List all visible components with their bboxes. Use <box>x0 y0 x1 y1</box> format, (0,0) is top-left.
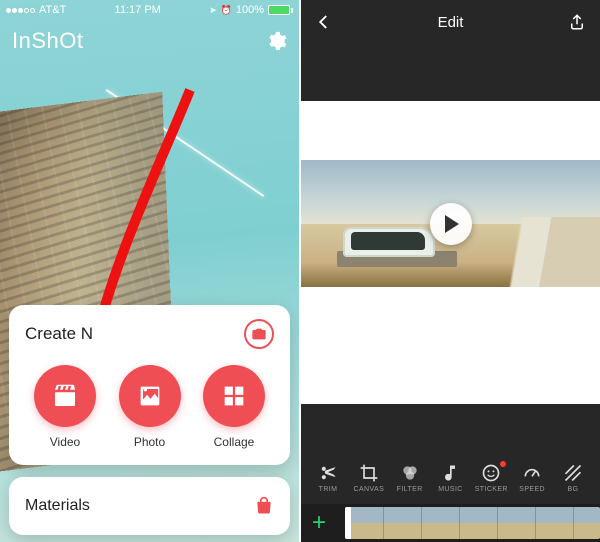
edit-title: Edit <box>438 14 464 31</box>
gauge-icon <box>522 463 542 483</box>
timeline-handle[interactable] <box>345 507 351 539</box>
alarm-icon: ⏰ <box>221 5 232 16</box>
picture-icon <box>136 382 164 410</box>
filter-circles-icon <box>400 463 420 483</box>
play-icon <box>445 215 459 233</box>
video-preview[interactable] <box>301 160 600 287</box>
notification-dot-icon <box>500 461 506 467</box>
settings-button[interactable] <box>265 30 287 52</box>
chevron-left-icon <box>315 13 333 31</box>
background-icon <box>563 463 583 483</box>
camera-icon <box>251 326 267 342</box>
create-new-card: Create N Video <box>9 305 290 465</box>
clapperboard-icon <box>50 381 80 411</box>
create-new-title: Create N <box>25 324 93 344</box>
scissors-icon <box>318 463 338 483</box>
back-button[interactable] <box>311 9 337 35</box>
materials-title: Materials <box>25 497 90 515</box>
tool-speed[interactable]: SPEED <box>513 463 551 493</box>
music-note-icon <box>440 463 460 483</box>
clock-label: 11:17 PM <box>115 4 161 16</box>
signal-strength-icon <box>6 8 35 13</box>
create-photo-label: Photo <box>134 435 165 449</box>
create-video-button[interactable]: Video <box>25 365 105 449</box>
battery-pct-label: 100% <box>236 4 264 16</box>
shopping-bag-icon <box>254 496 274 516</box>
tool-trim[interactable]: TRIM <box>309 463 347 493</box>
play-button[interactable] <box>430 203 472 245</box>
create-collage-label: Collage <box>214 435 255 449</box>
location-icon: ➤ <box>209 5 217 16</box>
create-video-label: Video <box>50 435 80 449</box>
create-collage-button[interactable]: Collage <box>194 365 274 449</box>
collage-icon <box>220 382 248 410</box>
tool-music[interactable]: MUSIC <box>431 463 469 493</box>
edit-toolbar: TRIM CANVAS FILTER <box>301 451 600 504</box>
edit-header: Edit <box>301 0 600 44</box>
materials-card[interactable]: Materials <box>9 477 290 535</box>
ios-status-bar: AT&T 11:17 PM ➤ ⏰ 100% <box>0 0 299 20</box>
add-clip-button[interactable]: + <box>301 504 337 542</box>
canvas-padding-top <box>301 101 600 160</box>
timeline[interactable]: + TOTAL 0:06 <box>301 504 600 542</box>
app-logo: InShOt <box>12 28 83 54</box>
crop-icon <box>359 463 379 483</box>
tool-canvas[interactable]: CANVAS <box>350 463 388 493</box>
share-icon <box>568 13 586 31</box>
plus-icon: + <box>312 509 326 537</box>
tool-filter[interactable]: FILTER <box>391 463 429 493</box>
inshot-home-screen: AT&T 11:17 PM ➤ ⏰ 100% InShOt <box>0 0 299 542</box>
timeline-clip[interactable]: TOTAL 0:06 <box>345 507 600 539</box>
inshot-edit-screen: Edit <box>301 0 600 542</box>
create-photo-button[interactable]: Photo <box>110 365 190 449</box>
share-button[interactable] <box>564 9 590 35</box>
camera-button[interactable] <box>244 319 274 349</box>
battery-icon <box>268 5 293 15</box>
carrier-label: AT&T <box>39 4 66 16</box>
canvas-padding-bottom <box>301 287 600 404</box>
gear-icon <box>265 30 287 52</box>
tool-sticker[interactable]: STICKER <box>472 463 510 493</box>
smiley-icon <box>481 463 501 483</box>
tool-bg[interactable]: BG <box>554 463 592 493</box>
